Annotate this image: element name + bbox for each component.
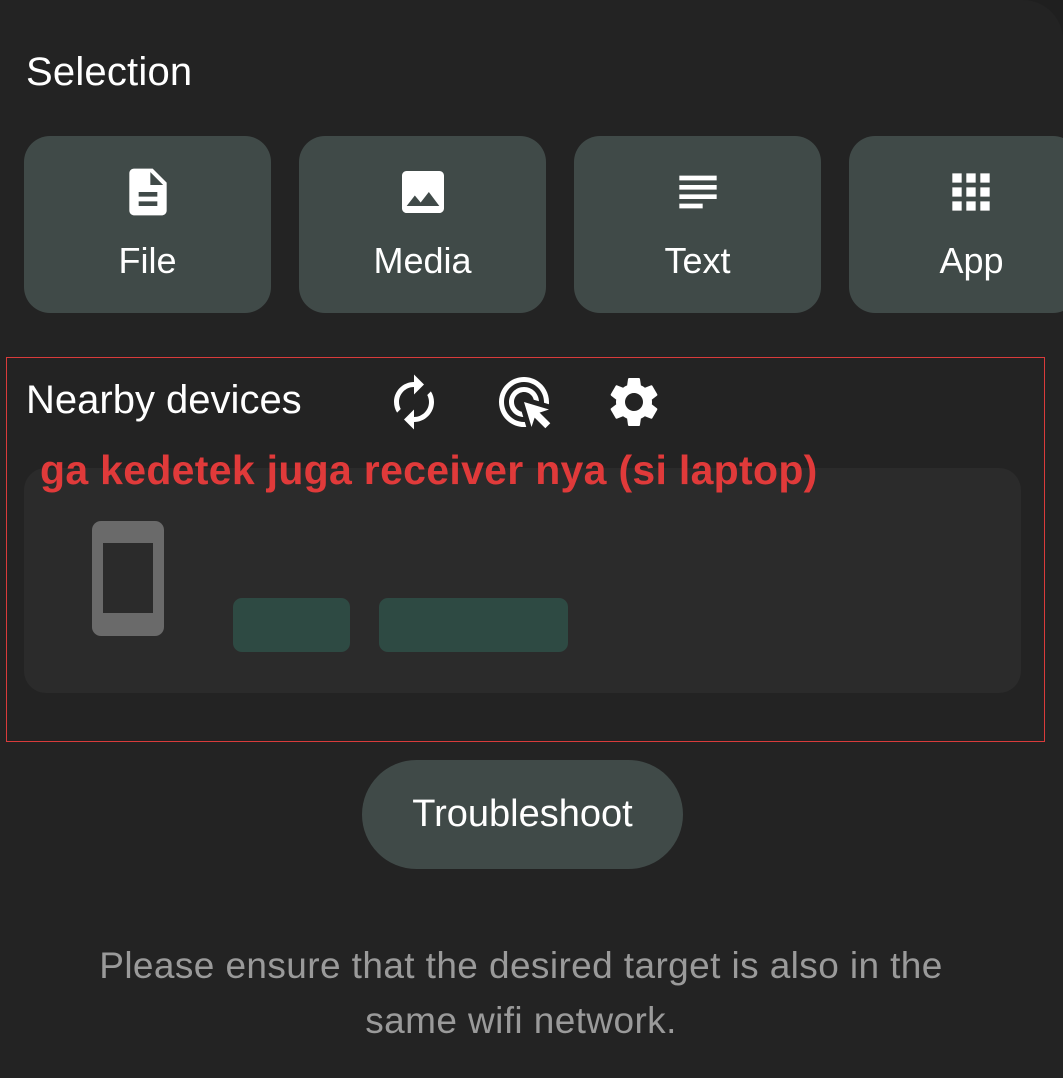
nearby-devices-title: Nearby devices <box>26 378 302 422</box>
text-lines-icon <box>678 175 717 209</box>
media-label: Media <box>373 240 472 281</box>
annotation-text: ga kedetek juga receiver nya (si laptop) <box>40 447 818 493</box>
file-icon <box>128 168 167 216</box>
skeleton-chip-1 <box>233 598 350 652</box>
app-label: App <box>939 240 1004 281</box>
send-panel: Selection File Media Text App Nearby dev… <box>0 0 1063 1078</box>
wifi-hint-text: Please ensure that the desired target is… <box>99 945 943 1041</box>
skeleton-chip-2 <box>379 598 568 652</box>
troubleshoot-button[interactable]: Troubleshoot <box>362 760 683 869</box>
refresh-icon[interactable] <box>384 372 444 432</box>
app-button[interactable]: App <box>849 136 1063 313</box>
cursor-target-icon[interactable] <box>494 372 554 432</box>
phone-placeholder-icon <box>92 521 164 636</box>
file-label: File <box>118 240 177 281</box>
media-button[interactable]: Media <box>299 136 546 313</box>
file-button[interactable]: File <box>24 136 271 313</box>
selection-title: Selection <box>26 50 193 94</box>
image-icon <box>401 171 444 213</box>
text-label: Text <box>664 240 731 281</box>
gear-icon[interactable] <box>604 372 664 432</box>
app-grid-icon <box>952 173 990 211</box>
text-button[interactable]: Text <box>574 136 821 313</box>
device-placeholder-card <box>24 468 1021 693</box>
